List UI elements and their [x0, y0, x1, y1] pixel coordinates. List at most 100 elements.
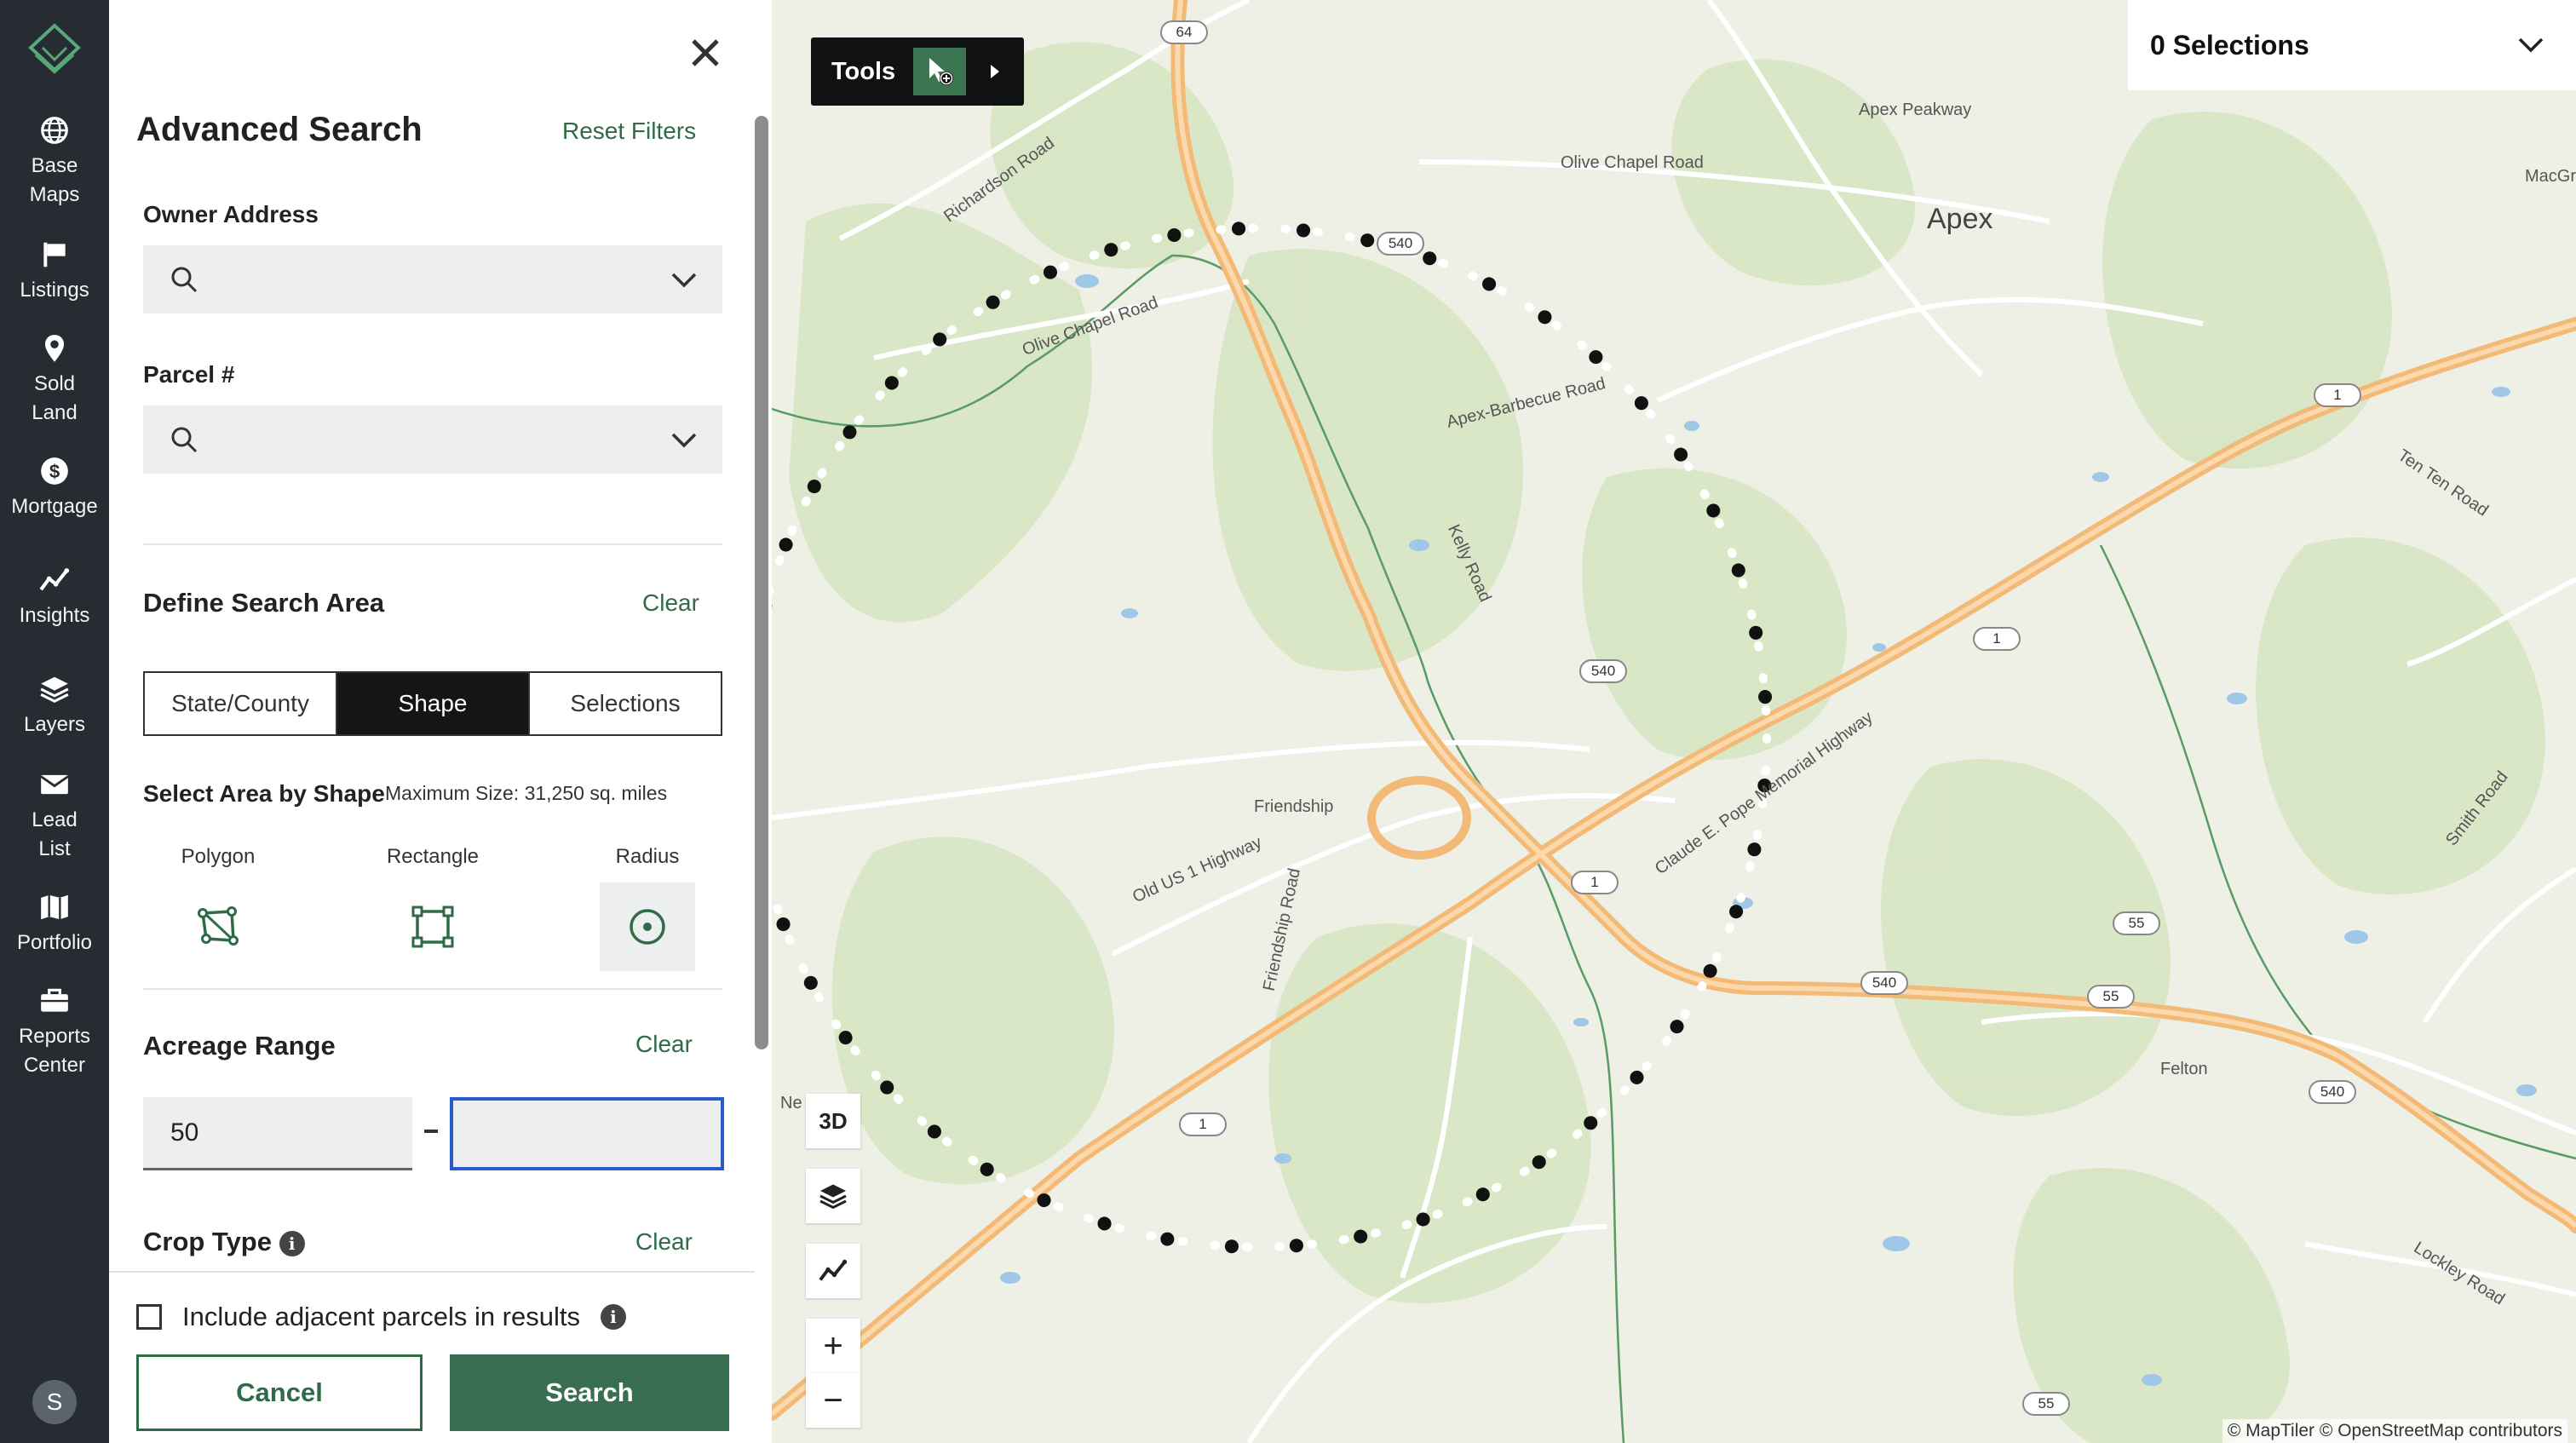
zoom-out-label: − — [823, 1381, 843, 1419]
nav-item-insights[interactable]: Insights — [0, 564, 109, 630]
nav-label: Portfolio — [16, 931, 93, 954]
crop-type-section: Crop Type i — [143, 1227, 305, 1257]
define-search-area-title: Define Search Area — [143, 588, 385, 618]
tools-toolbar: Tools — [811, 37, 1024, 106]
route-shield: 540 — [1579, 659, 1627, 683]
rectangle-icon — [411, 905, 454, 948]
shape-option-box — [385, 882, 480, 971]
route-shield: 540 — [1860, 971, 1908, 995]
parcel-select[interactable] — [143, 405, 722, 474]
nav-item-reports-center[interactable]: Reports Center — [0, 985, 109, 1080]
nav-item-base-maps[interactable]: Base Maps — [0, 114, 109, 210]
map-book-icon — [41, 894, 68, 920]
include-adjacent-checkbox[interactable] — [136, 1304, 162, 1330]
radius-icon — [630, 909, 665, 945]
map-place-label: Felton — [2160, 1060, 2208, 1078]
panel-title: Advanced Search — [136, 111, 423, 148]
shape-option-polygon[interactable]: Polygon — [170, 845, 266, 971]
acreage-range-title: Acreage Range — [143, 1031, 336, 1061]
close-icon[interactable] — [681, 29, 729, 77]
footer-divider — [109, 1271, 755, 1273]
nav-item-lead-list[interactable]: Lead List — [0, 768, 109, 864]
shape-option-rectangle[interactable]: Rectangle — [385, 845, 480, 971]
map-layers-button[interactable] — [806, 1169, 860, 1223]
search-icon — [171, 427, 198, 453]
map-insights-button[interactable] — [806, 1244, 860, 1298]
nav-item-mortgage[interactable]: $ Mortgage — [0, 455, 109, 521]
user-avatar[interactable]: S — [32, 1380, 77, 1424]
caret-right-icon — [991, 65, 999, 78]
divider — [143, 543, 722, 545]
search-icon — [171, 267, 198, 293]
trend-icon — [39, 568, 70, 591]
zoom-out-button[interactable]: − — [806, 1373, 860, 1428]
route-shield: 64 — [1160, 20, 1208, 44]
shape-option-box — [170, 882, 266, 971]
route-shield: 1 — [1973, 627, 2021, 651]
nav-label: Reports Center — [18, 1025, 91, 1077]
map-street-label: Apex Peakway — [1859, 101, 1972, 119]
reset-filters-link[interactable]: Reset Filters — [562, 118, 696, 145]
parcel-label: Parcel # — [143, 361, 235, 388]
zoom-in-button[interactable]: + — [806, 1319, 860, 1373]
globe-icon — [41, 117, 68, 144]
nav-item-listings[interactable]: Listings — [0, 239, 109, 305]
nav-label: Layers — [23, 713, 86, 736]
clear-acreage-link[interactable]: Clear — [635, 1031, 693, 1058]
briefcase-icon — [41, 988, 68, 1012]
owner-address-label: Owner Address — [143, 201, 319, 227]
nav-label: Mortgage — [11, 495, 98, 518]
shape-option-box — [600, 882, 695, 971]
clear-crop-type-link[interactable]: Clear — [635, 1228, 693, 1256]
dollar-icon: $ — [41, 457, 68, 485]
select-pointer-tool[interactable] — [913, 48, 966, 95]
tab-state-county[interactable]: State/County — [145, 673, 337, 734]
shape-max-size: Maximum Size: 31,250 sq. miles — [385, 782, 668, 804]
svg-text:$: $ — [49, 461, 60, 482]
layers-icon — [40, 676, 69, 704]
logo-icon[interactable] — [27, 22, 82, 78]
panel-scrollbar[interactable] — [755, 116, 768, 1049]
owner-address-select[interactable] — [143, 245, 722, 313]
route-shield: 540 — [1377, 232, 1424, 256]
tab-selections[interactable]: Selections — [530, 673, 721, 734]
selections-label: 0 Selections — [2150, 29, 2309, 60]
selections-dropdown[interactable]: 0 Selections — [2128, 0, 2576, 90]
nav-item-layers[interactable]: Layers — [0, 673, 109, 739]
clear-search-area-link[interactable]: Clear — [642, 589, 699, 617]
tab-shape[interactable]: Shape — [337, 673, 530, 734]
nav-rail: Base Maps Listings Sold Land $ Mortgage … — [0, 0, 109, 1443]
flag-icon — [43, 242, 66, 267]
cancel-button[interactable]: Cancel — [136, 1354, 423, 1431]
info-icon[interactable]: i — [279, 1230, 305, 1256]
route-shield: 1 — [1179, 1112, 1227, 1136]
tools-expand-button[interactable] — [980, 56, 1010, 87]
search-button[interactable]: Search — [450, 1354, 729, 1431]
shape-option-radius[interactable]: Radius — [600, 845, 695, 971]
range-dash — [424, 1130, 438, 1133]
map-canvas — [772, 0, 2576, 1443]
map-3d-toggle[interactable]: 3D — [806, 1094, 860, 1148]
route-shield: 1 — [1571, 871, 1619, 894]
info-icon[interactable]: i — [600, 1304, 626, 1330]
include-adjacent-label: Include adjacent parcels in results — [182, 1302, 580, 1331]
chevron-down-icon — [671, 273, 697, 288]
route-shield: 55 — [2087, 985, 2135, 1009]
trend-icon — [819, 1259, 848, 1281]
map-view[interactable]: Apex Apex Peakway Olive Chapel Road Rich… — [772, 0, 2576, 1443]
nav-item-portfolio[interactable]: Portfolio — [0, 891, 109, 957]
nav-label: Base Maps — [29, 154, 80, 206]
acreage-min-input[interactable]: 50 — [143, 1097, 412, 1170]
map-place-label: Ne — [780, 1094, 802, 1112]
crop-type-title: Crop Type — [143, 1227, 272, 1256]
advanced-search-panel: Advanced Search Reset Filters Owner Addr… — [109, 0, 772, 1443]
shape-option-label: Polygon — [181, 845, 256, 868]
shape-heading: Select Area by Shape — [143, 780, 385, 807]
route-shield: 55 — [2022, 1392, 2070, 1416]
route-shield: 1 — [2314, 383, 2361, 407]
chevron-down-icon — [2518, 37, 2544, 53]
nav-label: Listings — [20, 279, 89, 302]
acreage-max-input[interactable] — [450, 1097, 724, 1170]
layers-icon — [819, 1184, 847, 1210]
nav-item-sold-land[interactable]: Sold Land — [0, 332, 109, 428]
